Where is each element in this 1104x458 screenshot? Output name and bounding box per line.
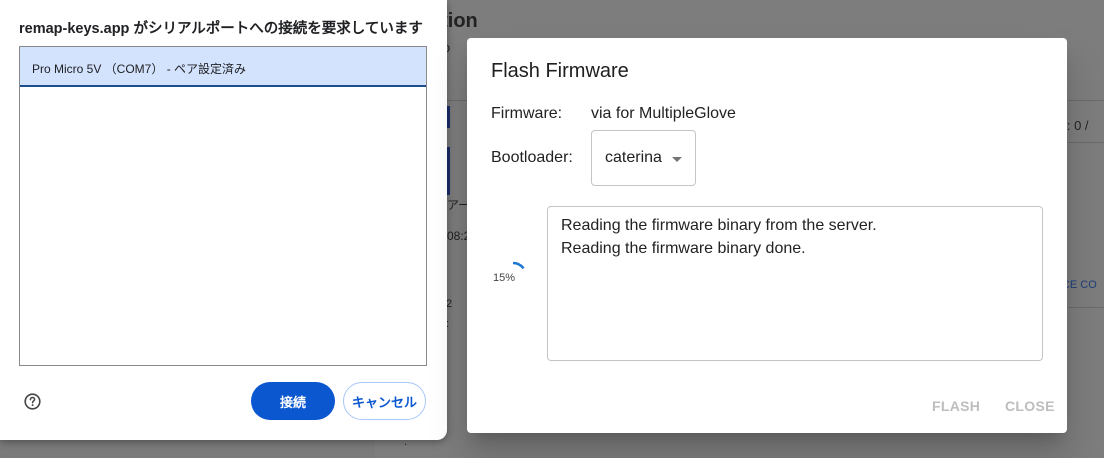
bootloader-select[interactable]: caterina xyxy=(591,130,696,186)
flash-firmware-dialog: Flash Firmware Firmware: via for Multipl… xyxy=(467,38,1067,433)
port-list[interactable]: Pro Micro 5V （COM7） - ペア設定済み xyxy=(19,46,427,366)
progress-percent: 15% xyxy=(493,272,516,284)
bootloader-value: caterina xyxy=(605,149,662,166)
help-circle-icon[interactable] xyxy=(24,393,41,410)
firmware-label: Firmware: xyxy=(491,105,563,122)
close-button[interactable]: CLOSE xyxy=(1005,398,1055,414)
dropdown-caret-icon xyxy=(672,157,682,162)
connect-button[interactable]: 接続 xyxy=(251,382,335,420)
serial-dialog-title: remap-keys.app がシリアルポートへの接続を要求しています xyxy=(19,21,423,37)
log-line: Reading the firmware binary done. xyxy=(561,240,806,257)
flash-button[interactable]: FLASH xyxy=(932,398,980,414)
log-line: Reading the firmware binary from the ser… xyxy=(561,217,877,234)
bootloader-label: Bootloader: xyxy=(491,149,573,166)
background-accent-bar xyxy=(447,106,450,128)
progress-arc xyxy=(512,261,525,270)
port-list-item[interactable]: Pro Micro 5V （COM7） - ペア設定済み xyxy=(20,47,426,87)
port-label: Pro Micro 5V （COM7） - ペア設定済み xyxy=(32,62,247,76)
serial-port-chooser-dialog: remap-keys.app がシリアルポートへの接続を要求しています Pro … xyxy=(0,0,447,440)
background-accent-bar xyxy=(447,147,450,195)
cancel-button[interactable]: キャンセル xyxy=(343,382,426,420)
firmware-value: via for MultipleGlove xyxy=(591,105,736,122)
dialog-title: Flash Firmware xyxy=(491,60,629,82)
flash-log-output: Reading the firmware binary from the ser… xyxy=(547,206,1043,361)
